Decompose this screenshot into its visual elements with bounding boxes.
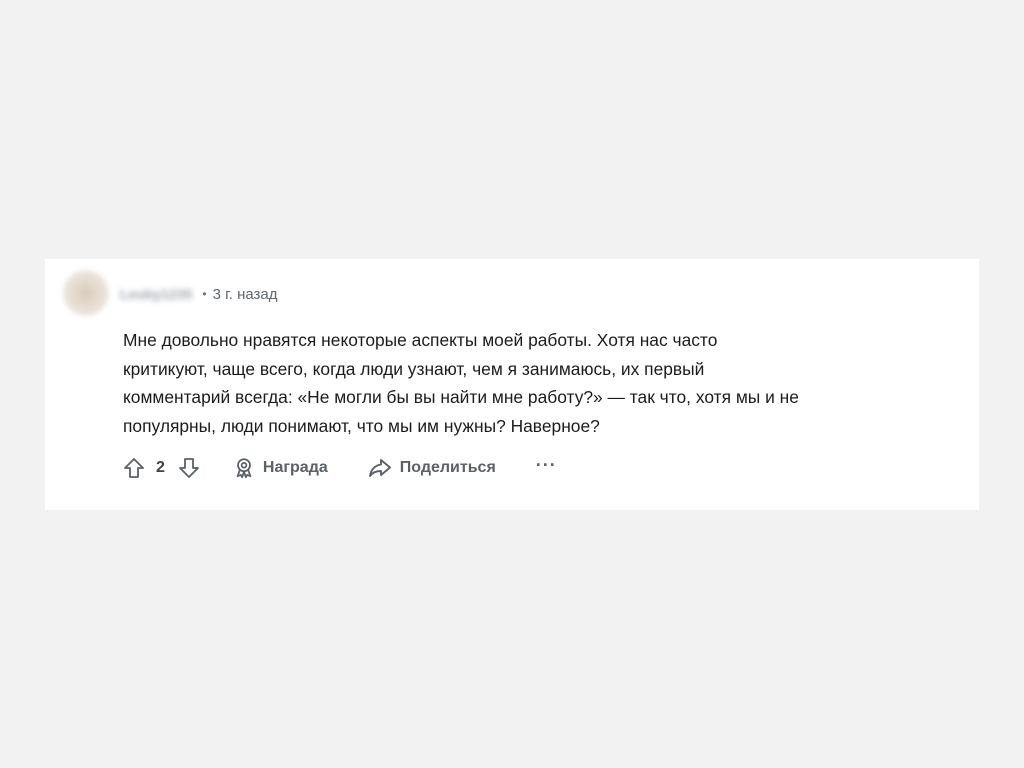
avatar[interactable] [63,270,109,316]
share-button[interactable]: Поделиться [368,457,496,479]
username[interactable]: Leuby1235 [120,286,192,302]
share-label: Поделиться [399,459,496,476]
downvote-arrow-icon [179,458,199,478]
upvote-button[interactable] [120,454,148,482]
share-arrow-icon [368,459,391,477]
downvote-button[interactable] [175,454,203,482]
more-options-button[interactable]: ··· [536,456,557,480]
comment-meta: Leuby1235 • 3 г. назад [120,283,278,305]
timestamp[interactable]: 3 г. назад [213,286,278,303]
vote-score: 2 [156,459,165,476]
award-button[interactable]: Награда [233,457,328,479]
award-label: Награда [262,459,328,476]
upvote-arrow-icon [124,458,144,478]
comment-actions: 2 Награда Поделиться ··· [120,452,557,484]
comment-body: Мне довольно нравятся некоторые аспекты … [123,330,799,436]
award-ribbon-icon [236,458,252,479]
meta-separator: • [202,287,207,301]
